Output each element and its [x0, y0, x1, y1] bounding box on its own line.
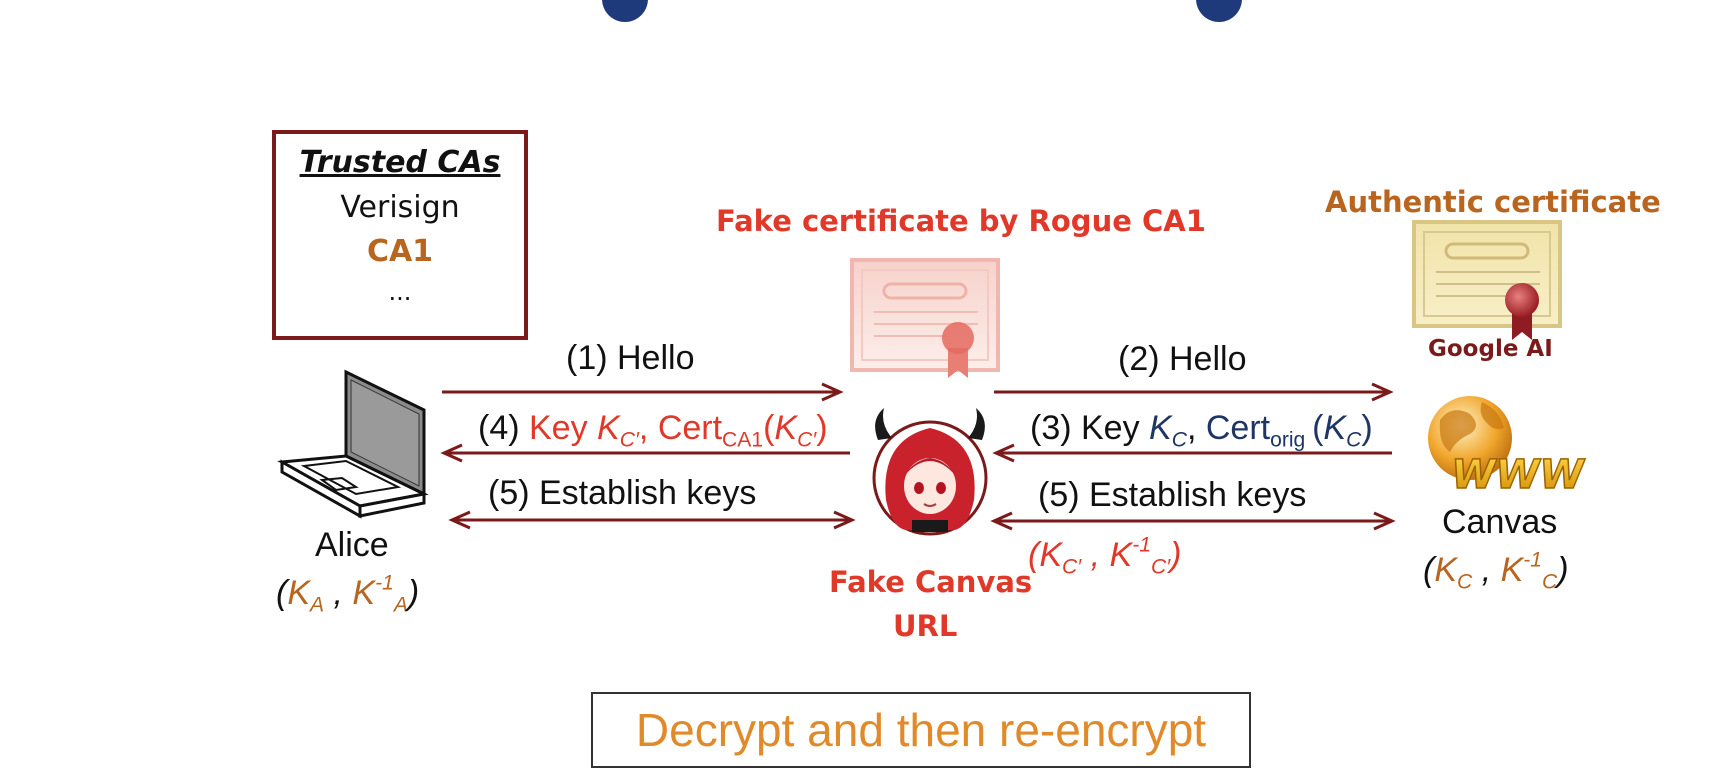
fake-canvas-url: URL — [893, 609, 958, 643]
www-text: WWW — [1447, 451, 1588, 498]
label-key-4: (4) Key KC′, CertCA1(KC′) — [478, 409, 828, 452]
label-hello-1: (1) Hello — [566, 339, 695, 377]
label-key-3-prefix: (3) Key — [1030, 409, 1150, 447]
label-key-3: (3) Key KC, Certorig (KC) — [1030, 409, 1373, 452]
canvas-keys: (KC , K-1C) — [1423, 548, 1569, 594]
alice-keys: (KA , K-1A) — [276, 571, 420, 617]
globe-www-icon: WWW — [1428, 396, 1589, 499]
fake-canvas-keys: (KC′ , K-1C′) — [1028, 533, 1182, 579]
label-establish-right: (5) Establish keys — [1038, 476, 1307, 514]
alice-name: Alice — [315, 526, 389, 564]
canvas-name: Canvas — [1442, 503, 1558, 541]
fake-canvas-label: Fake Canvas — [829, 565, 1033, 599]
label-key-4-prefix: (4) — [478, 409, 529, 447]
decrypt-reencrypt-box: Decrypt and then re-encrypt — [591, 692, 1251, 768]
label-hello-2: (2) Hello — [1118, 340, 1247, 378]
fake-certificate-icon — [850, 258, 1000, 378]
authentic-certificate-icon — [1412, 220, 1562, 340]
label-establish-left: (5) Establish keys — [488, 474, 757, 512]
diagram-svg: WWW — [277, 220, 1589, 536]
laptop-icon — [277, 369, 429, 519]
devil-avatar-icon — [872, 408, 988, 536]
